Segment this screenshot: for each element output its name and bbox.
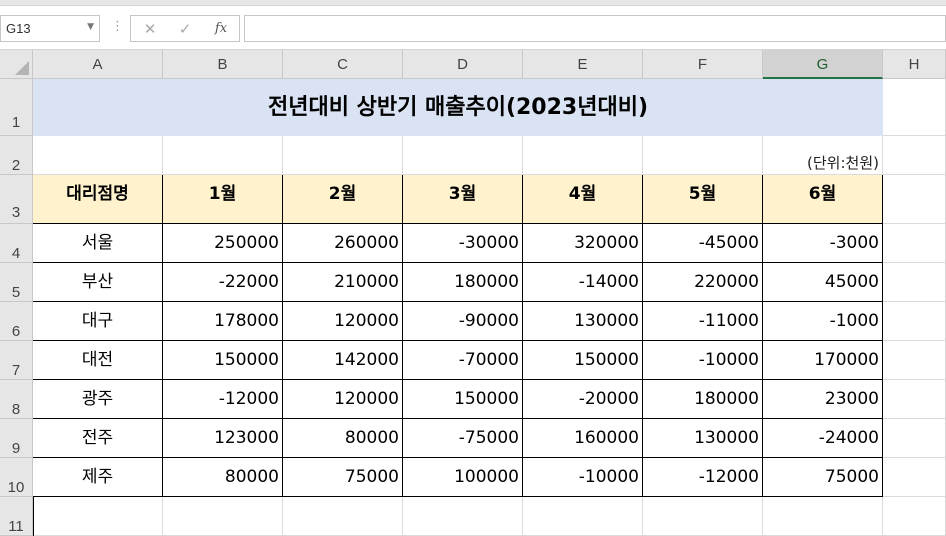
value-cell[interactable]: -70000 bbox=[403, 341, 523, 380]
value-cell[interactable]: 23000 bbox=[763, 380, 883, 419]
select-all-icon bbox=[15, 61, 29, 75]
value-cell[interactable]: -10000 bbox=[643, 341, 763, 380]
column-header-h[interactable]: H bbox=[883, 50, 946, 79]
branch-name-cell[interactable]: 대전 bbox=[33, 341, 163, 380]
value-cell[interactable]: 260000 bbox=[283, 224, 403, 263]
column-header-f[interactable]: F bbox=[643, 50, 763, 79]
drag-handle-icon[interactable]: ⋮ bbox=[111, 20, 124, 33]
value-cell[interactable]: 320000 bbox=[523, 224, 643, 263]
value-cell[interactable]: -12000 bbox=[643, 458, 763, 497]
value-cell[interactable]: -20000 bbox=[523, 380, 643, 419]
value-cell[interactable]: -3000 bbox=[763, 224, 883, 263]
branch-name-cell[interactable]: 전주 bbox=[33, 419, 163, 458]
row-header-11[interactable]: 11 bbox=[0, 497, 33, 536]
row-header-9[interactable]: 9 bbox=[0, 419, 33, 458]
value-cell[interactable]: -12000 bbox=[163, 380, 283, 419]
value-cell[interactable]: 80000 bbox=[283, 419, 403, 458]
formula-bar: G13 ▼ ⋮ ✕ ✓ fx bbox=[0, 6, 946, 50]
header-cell-month[interactable]: 6월 bbox=[763, 175, 883, 224]
value-cell[interactable]: 178000 bbox=[163, 302, 283, 341]
value-cell[interactable]: 75000 bbox=[283, 458, 403, 497]
value-cell[interactable]: 250000 bbox=[163, 224, 283, 263]
value-cell[interactable]: -14000 bbox=[523, 263, 643, 302]
column-header-g[interactable]: G bbox=[763, 50, 883, 79]
row-header-2[interactable]: 2 bbox=[0, 136, 33, 175]
value-cell[interactable]: 210000 bbox=[283, 263, 403, 302]
value-cell[interactable]: 130000 bbox=[523, 302, 643, 341]
row-header-10[interactable]: 10 bbox=[0, 458, 33, 497]
value-cell[interactable]: 123000 bbox=[163, 419, 283, 458]
column-header-c[interactable]: C bbox=[283, 50, 403, 79]
branch-name-cell[interactable]: 대구 bbox=[33, 302, 163, 341]
value-cell[interactable]: -22000 bbox=[163, 263, 283, 302]
row-header-6[interactable]: 6 bbox=[0, 302, 33, 341]
value-cell[interactable]: -1000 bbox=[763, 302, 883, 341]
value-cell[interactable]: 160000 bbox=[523, 419, 643, 458]
header-cell-branch[interactable]: 대리점명 bbox=[33, 175, 163, 224]
row-header-8[interactable]: 8 bbox=[0, 380, 33, 419]
row-header-7[interactable]: 7 bbox=[0, 341, 33, 380]
row-header-3[interactable]: 3 bbox=[0, 175, 33, 224]
column-header-d[interactable]: D bbox=[403, 50, 523, 79]
column-header-e[interactable]: E bbox=[523, 50, 643, 79]
unit-label[interactable]: (단위:천원) bbox=[703, 136, 883, 175]
column-header-b[interactable]: B bbox=[163, 50, 283, 79]
header-cell-month[interactable]: 5월 bbox=[643, 175, 763, 224]
branch-name-cell[interactable]: 제주 bbox=[33, 458, 163, 497]
value-cell[interactable]: -30000 bbox=[403, 224, 523, 263]
value-cell[interactable]: 75000 bbox=[763, 458, 883, 497]
value-cell[interactable]: 170000 bbox=[763, 341, 883, 380]
header-cell-month[interactable]: 3월 bbox=[403, 175, 523, 224]
branch-name-cell[interactable]: 광주 bbox=[33, 380, 163, 419]
name-box-value: G13 bbox=[6, 21, 31, 36]
row-header-1[interactable]: 1 bbox=[0, 79, 33, 136]
value-cell[interactable]: 150000 bbox=[403, 380, 523, 419]
branch-name-cell[interactable]: 서울 bbox=[33, 224, 163, 263]
value-cell[interactable]: 45000 bbox=[763, 263, 883, 302]
value-cell[interactable]: -90000 bbox=[403, 302, 523, 341]
value-cell[interactable]: 130000 bbox=[643, 419, 763, 458]
header-cell-month[interactable]: 2월 bbox=[283, 175, 403, 224]
branch-name-cell[interactable]: 부산 bbox=[33, 263, 163, 302]
formula-input[interactable] bbox=[244, 15, 946, 42]
sheet-title[interactable]: 전년대비 상반기 매출추이(2023년대비) bbox=[33, 79, 883, 136]
value-cell[interactable]: 80000 bbox=[163, 458, 283, 497]
row-header-4[interactable]: 4 bbox=[0, 224, 33, 263]
value-cell[interactable]: -24000 bbox=[763, 419, 883, 458]
select-all-button[interactable] bbox=[0, 50, 33, 79]
value-cell[interactable]: -75000 bbox=[403, 419, 523, 458]
check-icon[interactable]: ✓ bbox=[173, 19, 197, 39]
value-cell[interactable]: 120000 bbox=[283, 302, 403, 341]
value-cell[interactable]: -45000 bbox=[643, 224, 763, 263]
value-cell[interactable]: 150000 bbox=[163, 341, 283, 380]
row-header-5[interactable]: 5 bbox=[0, 263, 33, 302]
value-cell[interactable]: 180000 bbox=[403, 263, 523, 302]
value-cell[interactable]: 120000 bbox=[283, 380, 403, 419]
name-box[interactable]: G13 ▼ bbox=[0, 15, 100, 42]
insert-function-icon[interactable]: fx bbox=[209, 19, 233, 39]
header-cell-month[interactable]: 4월 bbox=[523, 175, 643, 224]
header-cell-month[interactable]: 1월 bbox=[163, 175, 283, 224]
column-header-a[interactable]: A bbox=[33, 50, 163, 79]
spreadsheet-grid[interactable]: A B C D E F G H 1 2 3 4 5 6 7 8 9 10 11 전년대비 상반기 매출추이(2023년… bbox=[0, 50, 946, 536]
value-cell[interactable]: 180000 bbox=[643, 380, 763, 419]
value-cell[interactable]: 220000 bbox=[643, 263, 763, 302]
value-cell[interactable]: 100000 bbox=[403, 458, 523, 497]
formula-buttons: ✕ ✓ fx bbox=[130, 15, 240, 42]
cancel-icon[interactable]: ✕ bbox=[138, 19, 162, 39]
value-cell[interactable]: 142000 bbox=[283, 341, 403, 380]
value-cell[interactable]: -10000 bbox=[523, 458, 643, 497]
chevron-down-icon[interactable]: ▼ bbox=[87, 22, 94, 32]
value-cell[interactable]: 150000 bbox=[523, 341, 643, 380]
value-cell[interactable]: -11000 bbox=[643, 302, 763, 341]
